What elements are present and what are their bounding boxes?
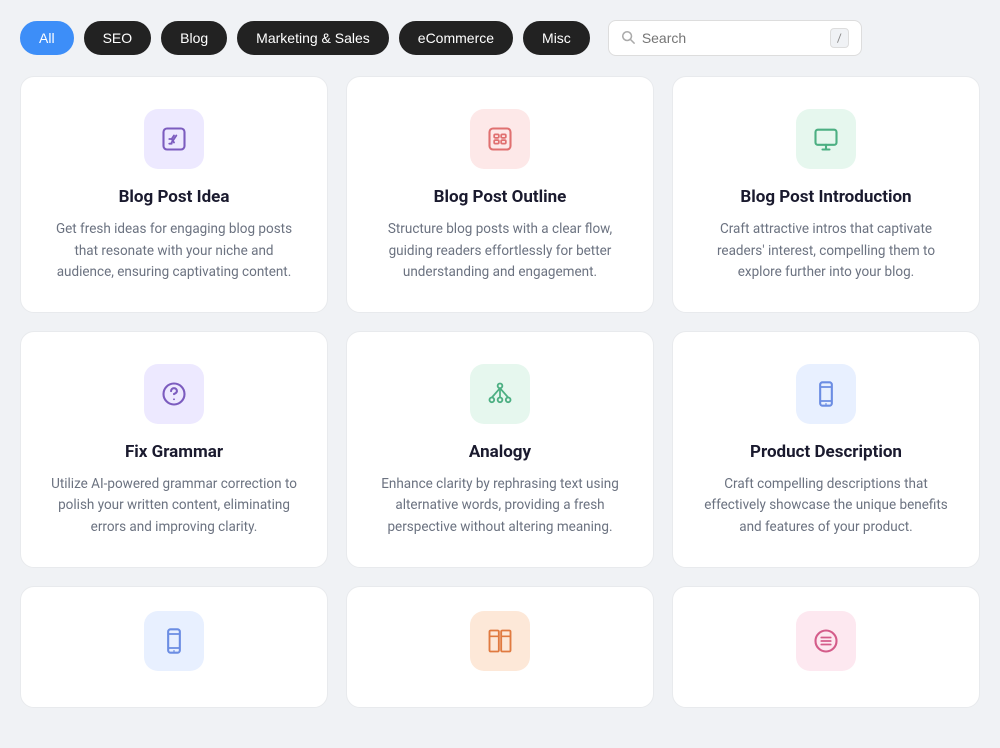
search-input[interactable] [642, 30, 823, 46]
card-blog-post-idea[interactable]: Blog Post Idea Get fresh ideas for engagi… [20, 76, 328, 313]
card-description: Utilize AI-powered grammar correction to… [45, 474, 303, 539]
search-box: / [608, 20, 862, 56]
filter-btn-blog[interactable]: Blog [161, 21, 227, 55]
card-title: Blog Post Idea [119, 187, 230, 207]
filter-btn-all[interactable]: All [20, 21, 74, 55]
card-description: Craft compelling descriptions that effec… [697, 474, 955, 539]
card-description: Enhance clarity by rephrasing text using… [371, 474, 629, 539]
filter-bar: All SEO Blog Marketing & Sales eCommerce Misc… [20, 20, 980, 56]
card-product-description[interactable]: Product Description Craft compelling desc… [672, 331, 980, 568]
card-title: Product Description [750, 442, 902, 462]
card-icon-edit [144, 109, 204, 169]
card-icon-list-circle [796, 611, 856, 671]
card-icon-network [470, 364, 530, 424]
card-description: Structure blog posts with a clear flow, … [371, 219, 629, 284]
card-fix-grammar[interactable]: Fix Grammar Utilize AI-powered grammar co… [20, 331, 328, 568]
filter-btn-seo[interactable]: SEO [84, 21, 152, 55]
card-title: Blog Post Outline [434, 187, 567, 207]
card-title: Blog Post Introduction [740, 187, 911, 207]
search-icon [621, 29, 635, 48]
card-partial-3[interactable] [672, 586, 980, 708]
card-icon-book [470, 611, 530, 671]
card-blog-post-outline[interactable]: Blog Post Outline Structure blog posts wi… [346, 76, 654, 313]
card-title: Analogy [469, 442, 531, 462]
card-title: Fix Grammar [125, 442, 223, 462]
filter-btn-misc[interactable]: Misc [523, 21, 590, 55]
card-analogy[interactable]: Analogy Enhance clarity by rephrasing tex… [346, 331, 654, 568]
filter-btn-ecommerce[interactable]: eCommerce [399, 21, 513, 55]
filter-btn-marketing-and-sales[interactable]: Marketing & Sales [237, 21, 389, 55]
card-icon-mobile [796, 364, 856, 424]
search-shortcut: / [830, 28, 849, 48]
card-partial-2[interactable] [346, 586, 654, 708]
card-partial-1[interactable] [20, 586, 328, 708]
card-blog-post-introduction[interactable]: Blog Post Introduction Craft attractive i… [672, 76, 980, 313]
card-icon-question [144, 364, 204, 424]
card-grid: Blog Post Idea Get fresh ideas for engagi… [20, 76, 980, 708]
card-icon-list [470, 109, 530, 169]
card-description: Craft attractive intros that captivate r… [697, 219, 955, 284]
card-icon-mobile [144, 611, 204, 671]
card-description: Get fresh ideas for engaging blog posts … [45, 219, 303, 284]
card-icon-monitor [796, 109, 856, 169]
